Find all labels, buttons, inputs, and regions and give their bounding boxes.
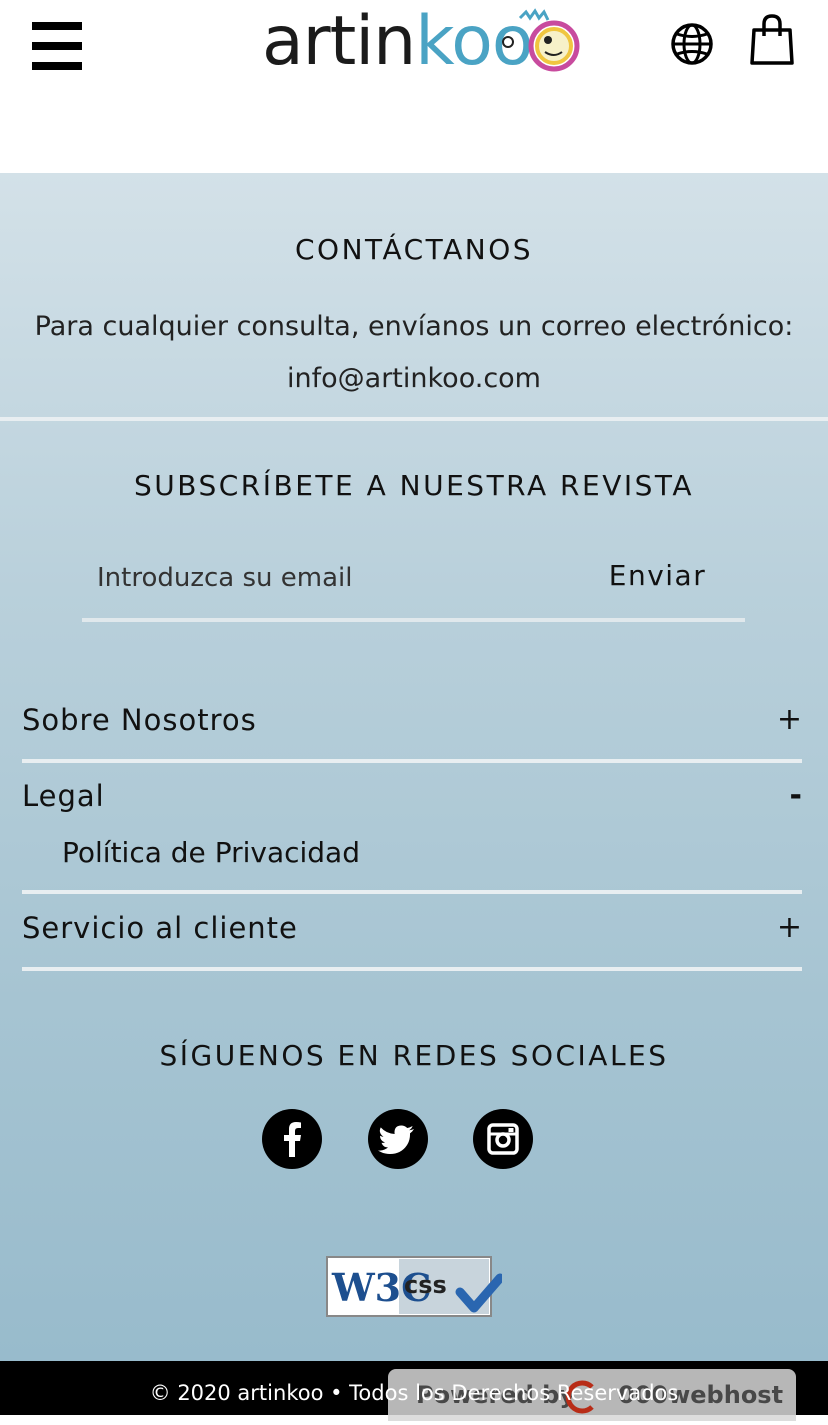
social-title: SÍGUENOS EN REDES SOCIALES [159,1039,669,1072]
expand-plus-icon[interactable]: + [777,690,802,750]
instagram-icon[interactable] [473,1109,533,1169]
newsletter-email-input[interactable] [82,551,577,605]
accordion-divider [22,967,802,971]
accordion-label: Servicio al cliente [22,911,298,945]
expand-plus-icon[interactable]: + [777,898,802,958]
hamburger-menu-icon[interactable] [32,22,82,72]
newsletter-send-button[interactable]: Enviar [590,549,725,601]
accordion-servicio-al-cliente[interactable]: Servicio al cliente + [22,898,802,958]
contact-email-link[interactable]: info@artinkoo.com [0,353,828,405]
shopping-bag-icon[interactable] [749,14,795,66]
contact-title: CONTÁCTANOS [294,233,534,266]
globe-icon[interactable] [670,22,714,66]
accordion-divider [22,890,802,894]
facebook-icon[interactable] [262,1109,322,1169]
w3c-css-validator-badge[interactable]: W3C css [326,1256,505,1318]
bottom-bar: Powered by 000webhost © 2020 artinkoo • … [0,1361,828,1421]
accordion-label: Sobre Nosotros [22,703,257,737]
contact-description: Para cualquier consulta, envíanos un cor… [34,311,794,342]
accordion-sobre-nosotros[interactable]: Sobre Nosotros + [22,690,802,750]
copyright-text: © 2020 artinkoo • Todos los Derechos Res… [149,1381,679,1405]
svg-text:css: css [404,1271,447,1299]
section-divider [0,417,828,421]
site-header: artinkoo [0,0,828,173]
site-footer: CONTÁCTANOS Para cualquier consulta, env… [0,173,828,1361]
subscribe-title: SUBSCRÍBETE A NUESTRA REVISTA [134,469,694,502]
accordion-divider [22,759,802,763]
twitter-icon[interactable] [368,1109,428,1169]
logo-mascot-icon [502,8,580,72]
contact-text: Para cualquier consulta, envíanos un cor… [0,301,828,405]
collapse-minus-icon[interactable]: - [790,766,802,826]
site-logo[interactable]: artinkoo [262,0,592,81]
email-underline [82,618,745,622]
accordion-label: Legal [22,779,105,813]
privacy-policy-link[interactable]: Política de Privacidad [62,833,360,873]
accordion-legal[interactable]: Legal - [22,766,802,826]
